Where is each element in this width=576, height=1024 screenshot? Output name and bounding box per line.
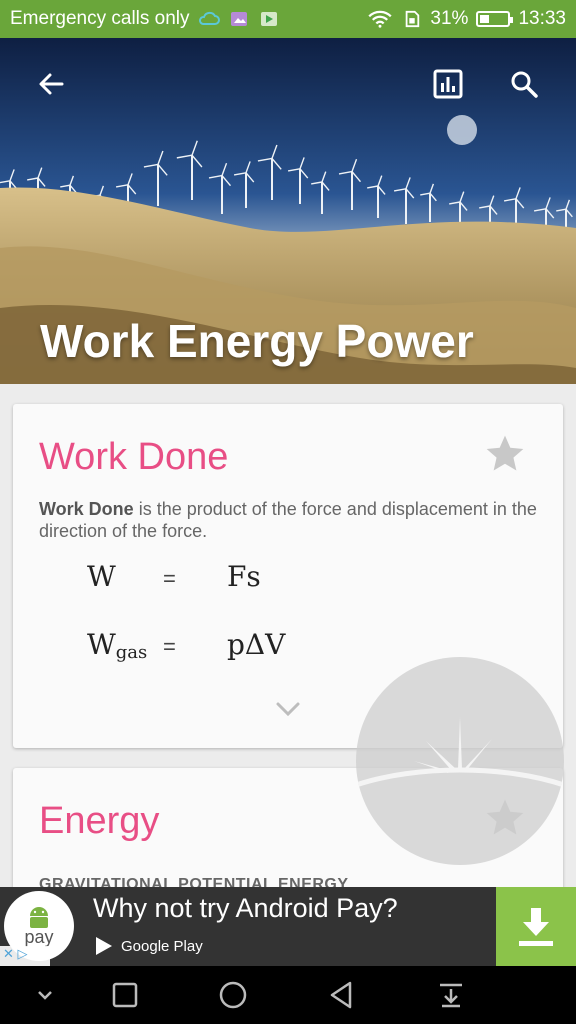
recents-square-icon[interactable] (110, 980, 140, 1010)
battery-percent: 31% (430, 8, 469, 29)
formula-equals: = (163, 566, 176, 591)
play-store-icon (96, 937, 112, 955)
formula-lhs-symbol: W (87, 560, 116, 593)
formula-lhs: W (87, 560, 116, 593)
formula-rhs: pΔV (227, 628, 286, 661)
notification-pull-icon[interactable] (436, 980, 466, 1010)
ad-store-badge[interactable]: Google Play (93, 935, 203, 957)
clock: 13:33 (518, 8, 566, 29)
system-nav-bar (0, 966, 576, 1024)
ad-headline[interactable]: Why not try Android Pay? (93, 893, 398, 924)
formula-equals: = (163, 634, 176, 659)
star-icon[interactable] (483, 432, 527, 476)
formula-rhs: Fs (227, 560, 261, 593)
android-icon (30, 906, 48, 928)
hero-header: Work Energy Power (0, 38, 576, 384)
formula-lhs-symbol: W (87, 628, 116, 661)
search-button[interactable] (506, 66, 542, 102)
battery-level (480, 15, 489, 23)
sunrise-icon (356, 717, 564, 788)
page-title: Work Energy Power (40, 315, 474, 367)
chevron-down-icon[interactable] (30, 980, 60, 1010)
card-description: Work Done is the product of the force an… (39, 498, 539, 542)
ad-banner[interactable]: pay Why not try Android Pay? Google Play… (0, 887, 576, 966)
sunrise-overlay-button[interactable] (356, 657, 564, 865)
arrow-back-icon (39, 73, 64, 95)
ad-download-button[interactable] (496, 887, 576, 966)
ad-choices-icon[interactable]: ✕ ▷ (0, 946, 50, 966)
back-button[interactable] (33, 66, 69, 102)
card-title: Energy (39, 800, 160, 842)
stats-button[interactable] (430, 66, 466, 102)
chevron-down-icon[interactable] (275, 700, 301, 718)
ad-logo-text: pay (24, 926, 54, 947)
sim-icon (406, 10, 420, 28)
play-store-icon (260, 12, 277, 26)
card-title: Work Done (39, 436, 229, 478)
description-bold-term: Work Done (39, 499, 134, 519)
status-bar: Emergency calls only 31% 13:33 (0, 0, 576, 38)
home-circle-icon[interactable] (218, 980, 248, 1010)
formula-lhs: Wgas (87, 628, 147, 663)
back-triangle-icon[interactable] (326, 980, 356, 1010)
ad-store-label: Google Play (121, 937, 203, 955)
battery-icon (476, 11, 514, 27)
cloud-icon (198, 11, 220, 25)
image-icon (230, 12, 247, 26)
search-icon (511, 71, 538, 98)
bar-chart-icon (433, 69, 463, 99)
download-icon (519, 907, 553, 946)
formula-lhs-subscript: gas (115, 642, 148, 663)
carrier-text: Emergency calls only (10, 8, 190, 29)
wifi-icon (368, 10, 393, 28)
